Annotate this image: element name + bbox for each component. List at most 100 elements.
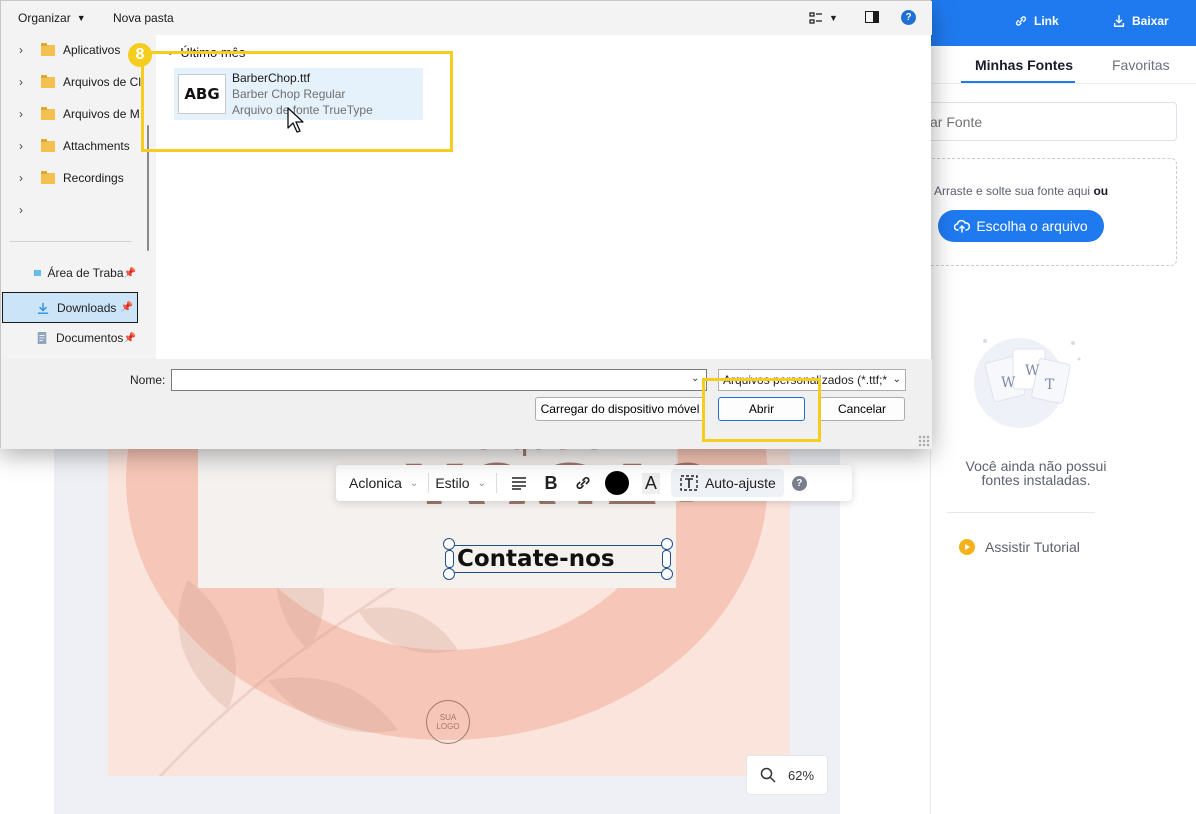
upload-from-mobile-button[interactable]: Carregar do dispositivo móvel — [535, 397, 705, 421]
bold-icon: B — [544, 472, 558, 493]
canvas-area: O que é YOGA? Contate-nos SUALOGO Acloni… — [0, 440, 930, 814]
quick-access-label: Área de Traba — [47, 266, 124, 280]
nav-folder-label: Aplicativos — [63, 43, 121, 57]
folder-icon — [41, 106, 55, 120]
resize-handle-left[interactable] — [445, 550, 454, 568]
nav-folder-label: Recordings — [63, 171, 124, 185]
dialog-toolbar: Organizar ▼ Nova pasta ▼ ? — [1, 1, 932, 35]
nav-folder-label: Attachments — [63, 139, 130, 153]
upload-cloud-icon — [954, 219, 971, 233]
folder-icon — [40, 74, 55, 88]
resize-handle-top-left[interactable] — [443, 538, 455, 550]
resize-handle-bottom-right[interactable] — [661, 568, 673, 580]
quick-access-downloads[interactable]: Downloads 📌 — [2, 292, 138, 323]
svg-text:W: W — [1001, 375, 1016, 391]
view-options-button[interactable]: ▼ — [809, 10, 849, 26]
document-icon — [37, 332, 47, 344]
organize-label: Organizar — [18, 11, 71, 25]
font-search-input[interactable] — [921, 102, 1177, 141]
font-family-value: Aclonica — [349, 475, 402, 491]
text-highlight-button[interactable]: A — [635, 465, 667, 501]
nav-folder-attachments[interactable]: › Attachments — [1, 135, 141, 157]
link-icon — [1015, 16, 1027, 26]
nav-separator — [10, 241, 131, 242]
align-text-button[interactable] — [503, 465, 535, 501]
logo-placeholder[interactable]: SUA LOGO — [426, 700, 470, 744]
folder-icon — [41, 42, 55, 56]
zoom-control[interactable]: 62% — [746, 755, 828, 795]
chevron-right-icon: › — [19, 203, 23, 217]
link-button[interactable]: Link — [1014, 14, 1059, 28]
file-name-input[interactable] — [171, 369, 707, 391]
help-icon[interactable]: ? — [791, 475, 807, 491]
nav-expand-row[interactable]: › — [1, 199, 141, 221]
font-dropzone[interactable]: Arraste e solte sua fonte aqui ou Escolh… — [921, 158, 1177, 266]
text-highlight-icon: A — [641, 472, 660, 494]
resize-handle-top-right[interactable] — [661, 538, 673, 550]
quick-access-label: Documentos — [56, 331, 124, 345]
tab-my-fonts[interactable]: Minhas Fontes — [975, 57, 1073, 73]
dropzone-text: Arraste e solte sua fonte aqui ou — [934, 184, 1109, 198]
nav-folder-recordings[interactable]: › Recordings — [1, 167, 141, 189]
nav-folder-label: Arquivos de Cl — [62, 75, 141, 89]
step-highlight-box — [141, 51, 453, 152]
fonts-panel: Minhas Fontes Favoritas Arraste e solte … — [921, 46, 1196, 814]
nav-folder-label: Arquivos de M — [63, 107, 140, 121]
resize-handle-right[interactable] — [662, 550, 671, 568]
choose-file-label: Escolha o arquivo — [976, 218, 1088, 234]
pin-icon: 📌 — [120, 302, 133, 313]
cancel-button[interactable]: Cancelar — [819, 397, 905, 421]
chain-link-icon — [576, 477, 590, 489]
tab-favorites[interactable]: Favoritas — [1112, 57, 1170, 73]
font-family-dropdown[interactable]: Aclonica ⌄ — [349, 475, 428, 491]
quick-access-documents[interactable]: Documentos 📌 — [1, 325, 140, 351]
autofit-button[interactable]: Auto-ajuste — [670, 469, 784, 497]
chevron-down-icon[interactable]: ⌄ — [691, 373, 699, 384]
resize-grip[interactable] — [918, 435, 930, 447]
file-name-label: Nome: — [130, 373, 166, 387]
nav-folder-arquivos-cl[interactable]: › Arquivos de Cl — [1, 71, 141, 93]
download-icon — [1113, 15, 1125, 27]
chevron-right-icon: › — [19, 171, 23, 185]
link-text-button[interactable] — [567, 465, 599, 501]
pin-icon: 📌 — [123, 267, 136, 279]
watch-tutorial-link[interactable]: Assistir Tutorial — [959, 539, 1080, 555]
folder-icon — [41, 170, 55, 184]
play-icon — [959, 539, 975, 555]
nav-folder-arquivos-m[interactable]: › Arquivos de M — [1, 103, 141, 125]
download-button[interactable]: Baixar — [1112, 14, 1169, 28]
pin-icon: 📌 — [123, 332, 136, 344]
align-left-icon — [511, 477, 526, 490]
divider — [947, 512, 1095, 513]
toolbar-separator — [495, 473, 497, 493]
autofit-label: Auto-ajuste — [704, 475, 776, 491]
download-label: Baixar — [1132, 14, 1169, 28]
nav-folder-aplicativos[interactable]: › Aplicativos — [1, 39, 141, 61]
bold-button[interactable]: B — [535, 465, 567, 501]
mouse-cursor-icon — [287, 107, 304, 133]
magnifier-icon — [760, 767, 776, 783]
font-style-dropdown[interactable]: Estilo ⌄ — [435, 475, 496, 491]
organize-menu[interactable]: Organizar ▼ — [18, 11, 86, 25]
chevron-down-icon: ⌄ — [409, 477, 419, 489]
chevron-right-icon: › — [19, 43, 23, 57]
svg-text:T: T — [1045, 377, 1055, 393]
quick-access-desktop[interactable]: Área de Traba 📌 — [1, 260, 140, 286]
desktop-icon — [34, 270, 42, 276]
caret-down-icon: ▼ — [829, 13, 838, 23]
open-button-highlight — [702, 378, 821, 442]
chevron-right-icon: › — [19, 139, 23, 153]
resize-handle-bottom-left[interactable] — [443, 568, 455, 580]
tab-divider — [931, 83, 1196, 84]
preview-pane-icon[interactable] — [865, 11, 879, 23]
text-frame-icon — [680, 475, 698, 491]
choose-file-button[interactable]: Escolha o arquivo — [938, 210, 1104, 242]
navigation-pane: › Aplicativos › Arquivos de Cl › Arquivo… — [1, 35, 156, 359]
help-icon[interactable]: ? — [901, 10, 916, 25]
selected-text[interactable]: Contate-nos — [457, 546, 615, 572]
new-folder-button[interactable]: Nova pasta — [113, 11, 174, 25]
view-list-icon — [809, 12, 822, 24]
font-style-value: Estilo — [435, 475, 470, 491]
text-color-swatch[interactable] — [604, 471, 629, 495]
selected-text-box[interactable]: Contate-nos — [443, 538, 673, 580]
